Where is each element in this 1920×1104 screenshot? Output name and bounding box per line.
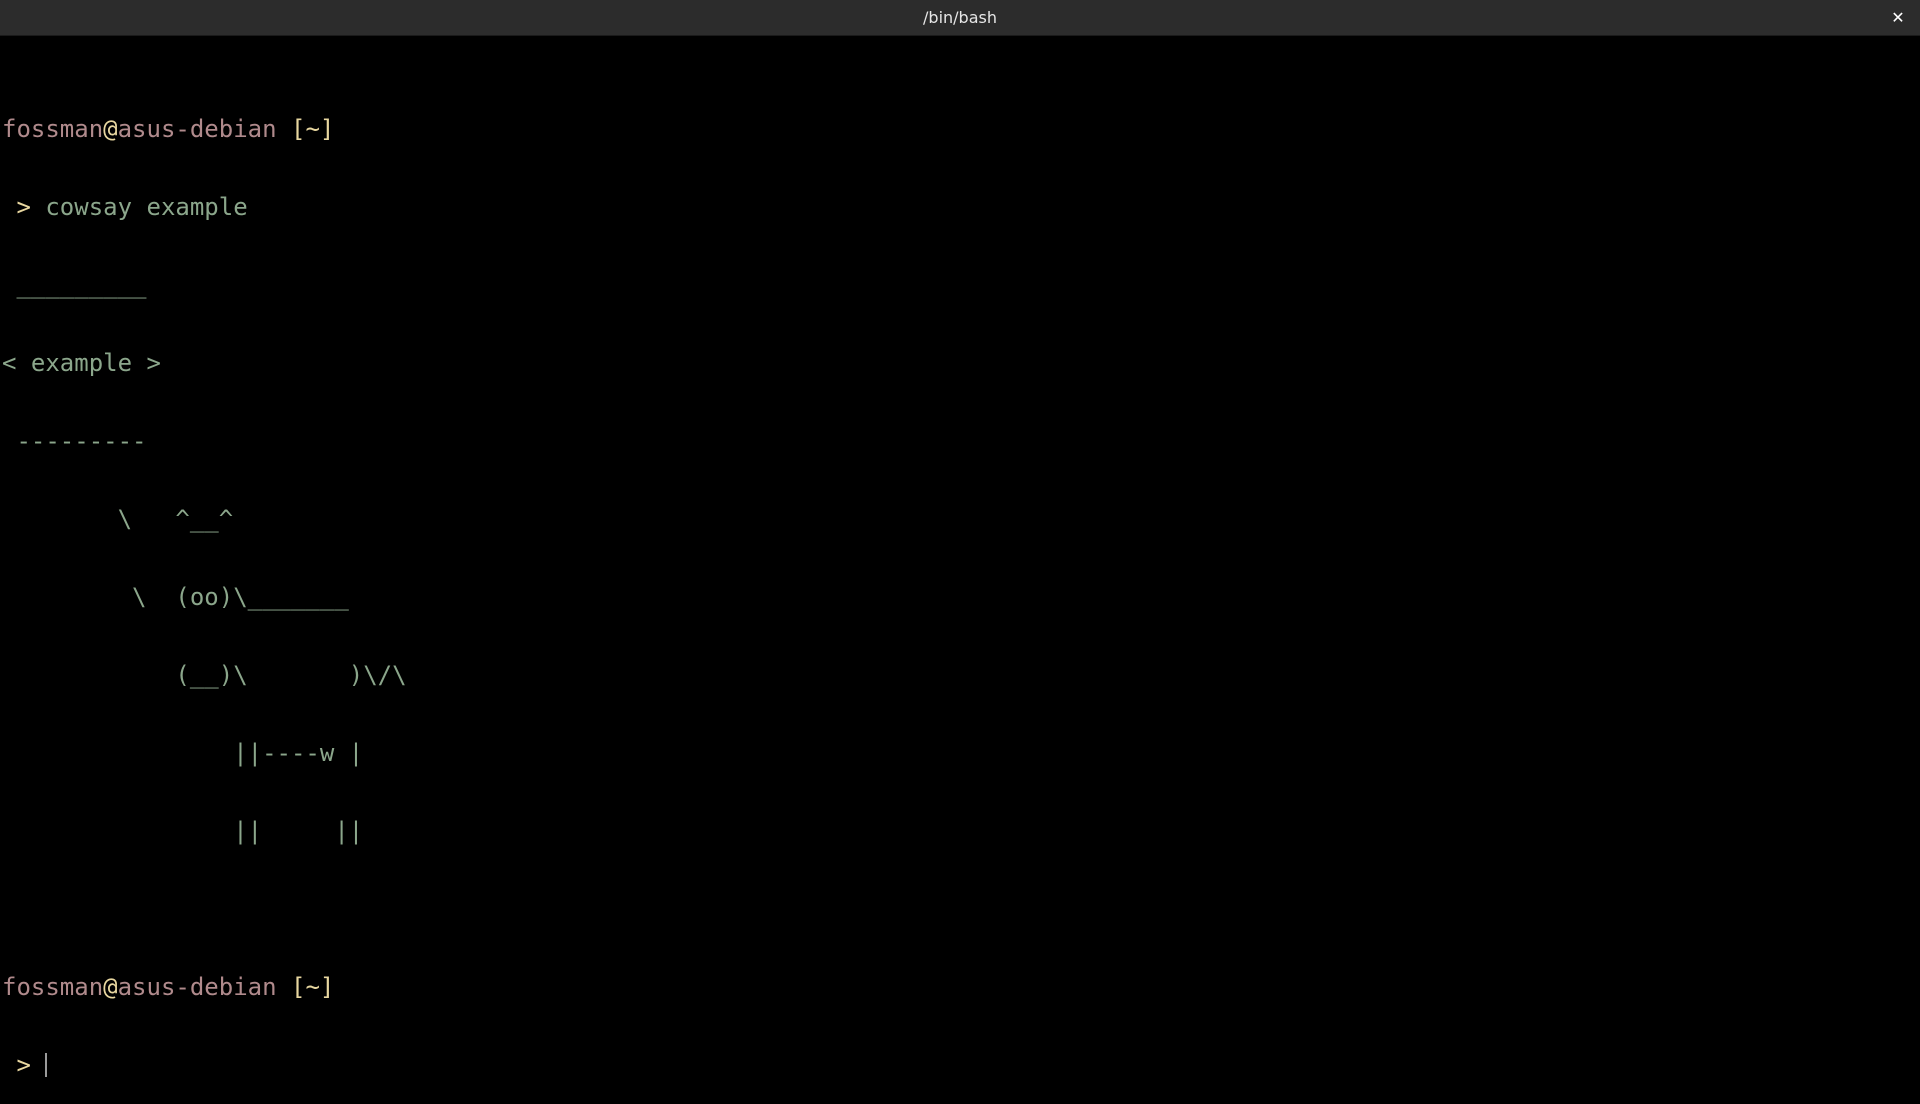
output-line: \ (oo)\_______ bbox=[2, 583, 349, 611]
prompt-at: @ bbox=[103, 973, 118, 1001]
input-line[interactable]: > bbox=[2, 1052, 1912, 1078]
close-icon: ✕ bbox=[1891, 8, 1905, 27]
prompt-arrow: > bbox=[2, 1051, 46, 1079]
output-line: --------- bbox=[2, 427, 147, 455]
command-line: > cowsay example bbox=[2, 194, 1912, 220]
output-line: ||----w | bbox=[2, 739, 364, 767]
prompt-user: fossman bbox=[2, 115, 104, 143]
prompt-host: asus-debian bbox=[117, 115, 277, 143]
terminal-output[interactable]: fossman@asus-debian [~] > cowsay example… bbox=[2, 64, 1912, 1078]
output-line: || || bbox=[2, 817, 364, 845]
command-text: cowsay example bbox=[45, 193, 248, 221]
prompt-at: @ bbox=[103, 115, 118, 143]
window-titlebar: /bin/bash ✕ bbox=[0, 0, 1920, 36]
output-line: (__)\ )\/\ bbox=[2, 661, 407, 689]
close-button[interactable]: ✕ bbox=[1886, 6, 1910, 30]
prompt-line: fossman@asus-debian [~] bbox=[2, 974, 1912, 1000]
prompt-line: fossman@asus-debian [~] bbox=[2, 116, 1912, 142]
text-cursor bbox=[45, 1053, 48, 1077]
output-line: < example > bbox=[2, 349, 161, 377]
output-line: \ ^__^ bbox=[2, 505, 234, 533]
output-line: _________ bbox=[2, 271, 147, 299]
prompt-arrow: > bbox=[2, 193, 46, 221]
prompt-host: asus-debian bbox=[117, 973, 277, 1001]
window-title: /bin/bash bbox=[923, 8, 997, 27]
prompt-user: fossman bbox=[2, 973, 104, 1001]
prompt-dir: [~] bbox=[276, 973, 335, 1001]
prompt-dir: [~] bbox=[276, 115, 335, 143]
